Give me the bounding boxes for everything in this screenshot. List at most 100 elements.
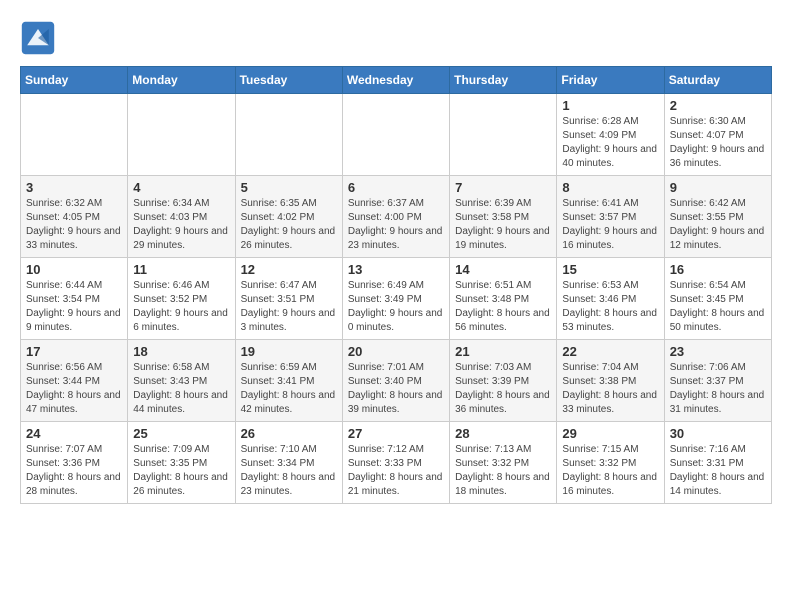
day-info: Sunrise: 6:51 AM Sunset: 3:48 PM Dayligh…: [455, 279, 551, 335]
day-cell: 22 Sunrise: 7:04 AM Sunset: 3:38 PM Dayli…: [557, 340, 664, 422]
day-cell: 8 Sunrise: 6:41 AM Sunset: 3:57 PM Daylig…: [557, 176, 664, 258]
day-number: 23: [670, 344, 766, 359]
day-cell: [21, 94, 128, 176]
day-cell: [342, 94, 449, 176]
day-info: Sunrise: 7:09 AM Sunset: 3:35 PM Dayligh…: [133, 443, 229, 499]
day-info: Sunrise: 7:03 AM Sunset: 3:39 PM Dayligh…: [455, 361, 551, 417]
day-cell: 18 Sunrise: 6:58 AM Sunset: 3:43 PM Dayli…: [128, 340, 235, 422]
day-info: Sunrise: 6:32 AM Sunset: 4:05 PM Dayligh…: [26, 197, 122, 253]
day-number: 9: [670, 180, 766, 195]
day-info: Sunrise: 6:41 AM Sunset: 3:57 PM Dayligh…: [562, 197, 658, 253]
day-number: 16: [670, 262, 766, 277]
day-number: 14: [455, 262, 551, 277]
day-cell: 19 Sunrise: 6:59 AM Sunset: 3:41 PM Dayli…: [235, 340, 342, 422]
day-cell: 21Sunrise: 7:03 AM Sunset: 3:39 PM Dayli…: [450, 340, 557, 422]
day-number: 10: [26, 262, 122, 277]
day-cell: 17 Sunrise: 6:56 AM Sunset: 3:44 PM Dayli…: [21, 340, 128, 422]
day-number: 19: [241, 344, 337, 359]
header-cell-friday: Friday: [557, 67, 664, 94]
header-cell-tuesday: Tuesday: [235, 67, 342, 94]
day-info: Sunrise: 7:04 AM Sunset: 3:38 PM Dayligh…: [562, 361, 658, 417]
day-number: 7: [455, 180, 551, 195]
day-number: 5: [241, 180, 337, 195]
day-number: 27: [348, 426, 444, 441]
day-cell: [128, 94, 235, 176]
week-row-3: 10Sunrise: 6:44 AM Sunset: 3:54 PM Dayli…: [21, 258, 772, 340]
day-number: 28: [455, 426, 551, 441]
header-cell-monday: Monday: [128, 67, 235, 94]
day-number: 15: [562, 262, 658, 277]
day-info: Sunrise: 6:56 AM Sunset: 3:44 PM Dayligh…: [26, 361, 122, 417]
day-cell: 9 Sunrise: 6:42 AM Sunset: 3:55 PM Daylig…: [664, 176, 771, 258]
header-row: SundayMondayTuesdayWednesdayThursdayFrid…: [21, 67, 772, 94]
day-number: 25: [133, 426, 229, 441]
day-number: 30: [670, 426, 766, 441]
day-info: Sunrise: 6:49 AM Sunset: 3:49 PM Dayligh…: [348, 279, 444, 335]
day-info: Sunrise: 7:01 AM Sunset: 3:40 PM Dayligh…: [348, 361, 444, 417]
day-number: 6: [348, 180, 444, 195]
day-cell: 25 Sunrise: 7:09 AM Sunset: 3:35 PM Dayli…: [128, 422, 235, 504]
day-info: Sunrise: 7:13 AM Sunset: 3:32 PM Dayligh…: [455, 443, 551, 499]
page-header: [20, 20, 772, 56]
day-cell: 2 Sunrise: 6:30 AM Sunset: 4:07 PM Daylig…: [664, 94, 771, 176]
header-cell-saturday: Saturday: [664, 67, 771, 94]
week-row-1: 1 Sunrise: 6:28 AM Sunset: 4:09 PM Daylig…: [21, 94, 772, 176]
day-info: Sunrise: 6:42 AM Sunset: 3:55 PM Dayligh…: [670, 197, 766, 253]
day-cell: 10Sunrise: 6:44 AM Sunset: 3:54 PM Dayli…: [21, 258, 128, 340]
day-cell: 7 Sunrise: 6:39 AM Sunset: 3:58 PM Daylig…: [450, 176, 557, 258]
calendar-header: SundayMondayTuesdayWednesdayThursdayFrid…: [21, 67, 772, 94]
day-cell: [235, 94, 342, 176]
day-number: 22: [562, 344, 658, 359]
day-cell: 16 Sunrise: 6:54 AM Sunset: 3:45 PM Dayli…: [664, 258, 771, 340]
logo-icon: [20, 20, 56, 56]
day-cell: 24Sunrise: 7:07 AM Sunset: 3:36 PM Dayli…: [21, 422, 128, 504]
day-number: 1: [562, 98, 658, 113]
day-cell: 6 Sunrise: 6:37 AM Sunset: 4:00 PM Daylig…: [342, 176, 449, 258]
day-number: 11: [133, 262, 229, 277]
day-info: Sunrise: 6:53 AM Sunset: 3:46 PM Dayligh…: [562, 279, 658, 335]
day-number: 13: [348, 262, 444, 277]
day-cell: 13 Sunrise: 6:49 AM Sunset: 3:49 PM Dayli…: [342, 258, 449, 340]
day-info: Sunrise: 7:07 AM Sunset: 3:36 PM Dayligh…: [26, 443, 122, 499]
day-number: 3: [26, 180, 122, 195]
calendar-body: 1 Sunrise: 6:28 AM Sunset: 4:09 PM Daylig…: [21, 94, 772, 504]
day-info: Sunrise: 6:39 AM Sunset: 3:58 PM Dayligh…: [455, 197, 551, 253]
day-info: Sunrise: 6:54 AM Sunset: 3:45 PM Dayligh…: [670, 279, 766, 335]
day-info: Sunrise: 7:16 AM Sunset: 3:31 PM Dayligh…: [670, 443, 766, 499]
day-info: Sunrise: 6:58 AM Sunset: 3:43 PM Dayligh…: [133, 361, 229, 417]
day-cell: 4 Sunrise: 6:34 AM Sunset: 4:03 PM Daylig…: [128, 176, 235, 258]
day-cell: 1 Sunrise: 6:28 AM Sunset: 4:09 PM Daylig…: [557, 94, 664, 176]
day-info: Sunrise: 6:59 AM Sunset: 3:41 PM Dayligh…: [241, 361, 337, 417]
day-cell: 5 Sunrise: 6:35 AM Sunset: 4:02 PM Daylig…: [235, 176, 342, 258]
day-cell: 23 Sunrise: 7:06 AM Sunset: 3:37 PM Dayli…: [664, 340, 771, 422]
day-cell: 30 Sunrise: 7:16 AM Sunset: 3:31 PM Dayli…: [664, 422, 771, 504]
header-cell-thursday: Thursday: [450, 67, 557, 94]
day-info: Sunrise: 7:10 AM Sunset: 3:34 PM Dayligh…: [241, 443, 337, 499]
day-cell: 28 Sunrise: 7:13 AM Sunset: 3:32 PM Dayli…: [450, 422, 557, 504]
day-cell: 14 Sunrise: 6:51 AM Sunset: 3:48 PM Dayli…: [450, 258, 557, 340]
day-info: Sunrise: 6:30 AM Sunset: 4:07 PM Dayligh…: [670, 115, 766, 171]
day-number: 20: [348, 344, 444, 359]
day-cell: 3 Sunrise: 6:32 AM Sunset: 4:05 PM Daylig…: [21, 176, 128, 258]
day-number: 17: [26, 344, 122, 359]
day-cell: 29Sunrise: 7:15 AM Sunset: 3:32 PM Dayli…: [557, 422, 664, 504]
day-number: 29: [562, 426, 658, 441]
day-number: 8: [562, 180, 658, 195]
day-number: 2: [670, 98, 766, 113]
day-cell: [450, 94, 557, 176]
day-number: 26: [241, 426, 337, 441]
day-info: Sunrise: 6:28 AM Sunset: 4:09 PM Dayligh…: [562, 115, 658, 171]
day-info: Sunrise: 6:46 AM Sunset: 3:52 PM Dayligh…: [133, 279, 229, 335]
day-info: Sunrise: 6:37 AM Sunset: 4:00 PM Dayligh…: [348, 197, 444, 253]
day-number: 12: [241, 262, 337, 277]
day-info: Sunrise: 6:34 AM Sunset: 4:03 PM Dayligh…: [133, 197, 229, 253]
week-row-2: 3 Sunrise: 6:32 AM Sunset: 4:05 PM Daylig…: [21, 176, 772, 258]
day-info: Sunrise: 6:35 AM Sunset: 4:02 PM Dayligh…: [241, 197, 337, 253]
day-info: Sunrise: 7:06 AM Sunset: 3:37 PM Dayligh…: [670, 361, 766, 417]
week-row-5: 24Sunrise: 7:07 AM Sunset: 3:36 PM Dayli…: [21, 422, 772, 504]
day-cell: 15 Sunrise: 6:53 AM Sunset: 3:46 PM Dayli…: [557, 258, 664, 340]
day-number: 4: [133, 180, 229, 195]
day-cell: 27 Sunrise: 7:12 AM Sunset: 3:33 PM Dayli…: [342, 422, 449, 504]
day-number: 18: [133, 344, 229, 359]
day-info: Sunrise: 7:12 AM Sunset: 3:33 PM Dayligh…: [348, 443, 444, 499]
